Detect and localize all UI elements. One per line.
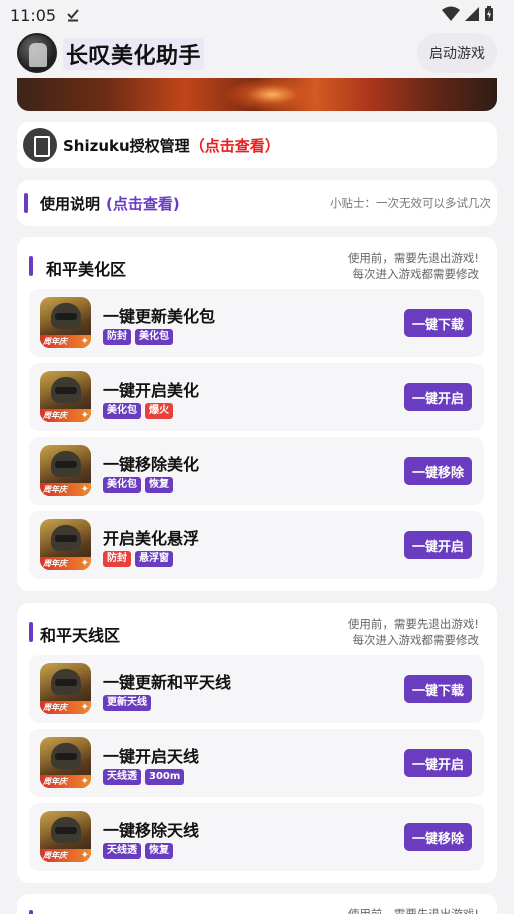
download-button[interactable]: 一键下载 — [404, 675, 472, 703]
game-icon: 周年庆 ✦ — [40, 811, 91, 862]
tag: 天线透 — [103, 769, 141, 785]
section-title: 和平美化区 — [46, 260, 127, 279]
tag-group: 防封 美化包 — [103, 329, 173, 345]
game-icon: 周年庆 ✦ — [40, 737, 91, 788]
item-title: 开启美化悬浮 — [103, 529, 200, 548]
download-done-icon — [67, 9, 79, 22]
game-icon: 周年庆 ✦ — [40, 445, 91, 496]
section-note-line: 每次进入游戏都需要修改 — [352, 633, 480, 647]
section-title: 和平天线区 — [40, 626, 121, 645]
tag: 恢复 — [145, 843, 173, 859]
item-title: 一键开启美化 — [103, 381, 200, 400]
list-item: 周年庆 ✦ 一键移除美化 美化包 恢复 一键移除 — [29, 437, 484, 505]
accent-bar — [29, 256, 33, 276]
shizuku-link[interactable]: （点击查看） — [190, 137, 280, 155]
avatar — [17, 33, 57, 73]
remove-button[interactable]: 一键移除 — [404, 823, 472, 851]
enable-button[interactable]: 一键开启 — [404, 531, 472, 559]
tag: 美化包 — [103, 477, 141, 493]
accent-bar — [24, 193, 28, 213]
list-item: 周年庆 ✦ 开启美化悬浮 防封 悬浮窗 一键开启 — [29, 511, 484, 579]
tag-group: 天线透 300m — [103, 769, 185, 785]
tag-group: 更新天线 — [103, 695, 151, 711]
tag: 美化包 — [103, 403, 141, 419]
usage-tip: 小贴士：一次无效可以多试几次 — [330, 196, 491, 210]
usage-card[interactable]: 使用说明 (点击查看) 小贴士：一次无效可以多试几次 — [17, 180, 497, 226]
item-title: 一键开启天线 — [103, 747, 200, 766]
signal-icon — [465, 7, 479, 21]
tag: 美化包 — [135, 329, 173, 345]
tag-group: 美化包 恢复 — [103, 477, 173, 493]
item-title: 一键更新美化包 — [103, 307, 216, 326]
tag-group: 美化包 爆火 — [103, 403, 173, 419]
item-title: 一键更新和平天线 — [103, 673, 232, 692]
app-header: 长叹美化助手 启动游戏 — [0, 30, 514, 78]
tag: 悬浮窗 — [135, 551, 173, 567]
status-icons — [442, 6, 494, 22]
section-note: 使用前，需要先退出游戏! 每次进入游戏都需要修改 — [348, 250, 479, 282]
status-time: 11:05 — [10, 5, 57, 25]
game-icon: 周年庆 ✦ — [40, 371, 91, 422]
remove-button[interactable]: 一键移除 — [404, 457, 472, 485]
section-next: 使用前，需要先退出游戏! — [17, 894, 497, 914]
usage-label: 使用说明 — [40, 195, 101, 213]
game-icon: 周年庆 ✦ — [40, 663, 91, 714]
enable-button[interactable]: 一键开启 — [404, 383, 472, 411]
phone-icon — [23, 128, 57, 162]
list-item: 周年庆 ✦ 一键移除天线 天线透 恢复 一键移除 — [29, 803, 484, 871]
item-title: 一键移除天线 — [103, 821, 200, 840]
tag: 天线透 — [103, 843, 141, 859]
tag: 更新天线 — [103, 695, 151, 711]
tag: 防封 — [103, 329, 131, 345]
tag: 防封 — [103, 551, 131, 567]
launch-game-button[interactable]: 启动游戏 — [417, 33, 497, 73]
section-note-line: 使用前，需要先退出游戏! — [347, 617, 479, 631]
section-note: 使用前，需要先退出游戏! — [347, 907, 479, 914]
item-title: 一键移除美化 — [103, 455, 200, 474]
accent-bar — [29, 622, 33, 642]
section-note-line: 使用前，需要先退出游戏! — [347, 251, 479, 265]
enable-button[interactable]: 一键开启 — [404, 749, 472, 777]
status-bar: 11:05 — [0, 0, 514, 30]
banner-image — [17, 78, 497, 111]
shizuku-card[interactable]: Shizuku授权管理（点击查看） — [17, 122, 497, 168]
download-button[interactable]: 一键下载 — [404, 309, 472, 337]
game-icon: 周年庆 ✦ — [40, 519, 91, 570]
wifi-icon — [442, 6, 460, 21]
section-note: 使用前，需要先退出游戏! 每次进入游戏都需要修改 — [348, 616, 479, 648]
tag: 恢复 — [145, 477, 173, 493]
tag-group: 防封 悬浮窗 — [103, 551, 173, 567]
section-beautify: 和平美化区 使用前，需要先退出游戏! 每次进入游戏都需要修改 周年庆 ✦ 一键更新… — [17, 237, 497, 591]
section-antenna: 和平天线区 使用前，需要先退出游戏! 每次进入游戏都需要修改 周年庆 ✦ 一键更新… — [17, 603, 497, 883]
tag-group: 天线透 恢复 — [103, 843, 173, 859]
app-screen: 11:05 长叹美化助手 启动游戏 Shizuku授权管理（点击查看） 使用说明… — [0, 0, 514, 914]
battery-icon — [485, 6, 493, 21]
section-note-line: 每次进入游戏都需要修改 — [352, 267, 480, 281]
accent-bar — [29, 910, 33, 914]
list-item: 周年庆 ✦ 一键开启美化 美化包 爆火 一键开启 — [29, 363, 484, 431]
tag: 爆火 — [145, 403, 173, 419]
app-title: 长叹美化助手 — [63, 38, 205, 70]
game-icon: 周年庆 ✦ — [40, 297, 91, 348]
shizuku-label: Shizuku授权管理 — [63, 137, 190, 155]
list-item: 周年庆 ✦ 一键开启天线 天线透 300m 一键开启 — [29, 729, 484, 797]
list-item: 周年庆 ✦ 一键更新美化包 防封 美化包 一键下载 — [29, 289, 484, 357]
usage-link[interactable]: (点击查看) — [106, 195, 180, 213]
list-item: 周年庆 ✦ 一键更新和平天线 更新天线 一键下载 — [29, 655, 484, 723]
tag: 300m — [145, 769, 185, 785]
